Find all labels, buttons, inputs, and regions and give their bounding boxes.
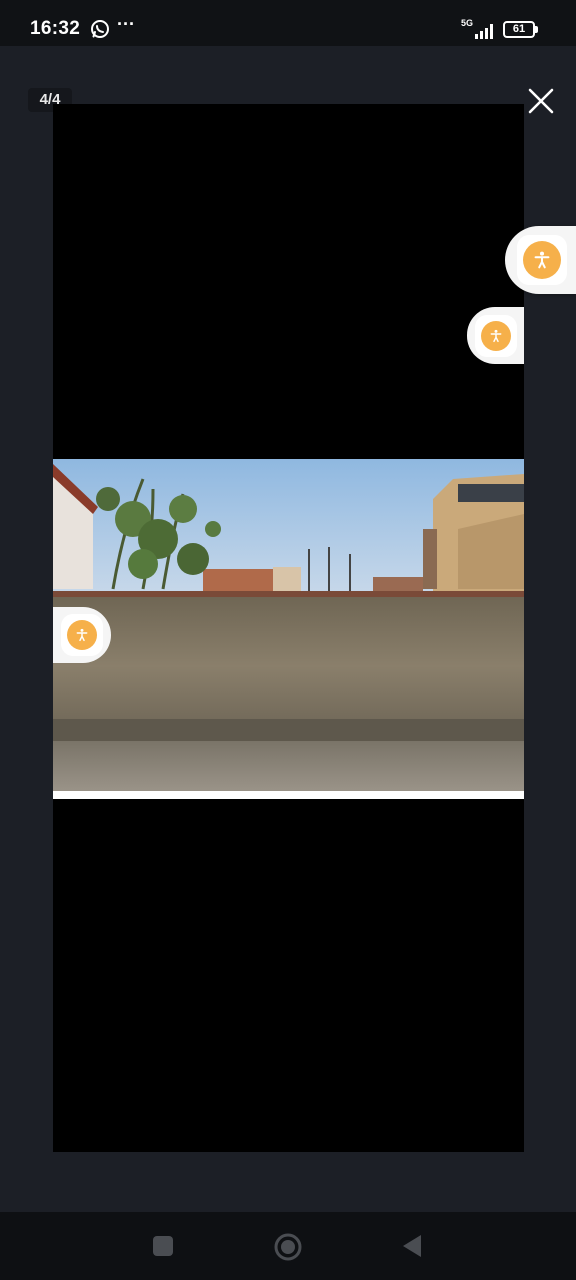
network-type: 5G (461, 18, 474, 28)
photo[interactable] (53, 459, 524, 799)
status-time: 16:32 (30, 18, 81, 39)
navigation-bar (0, 1212, 576, 1280)
accessibility-button[interactable] (467, 307, 524, 364)
accessibility-person-icon (534, 251, 549, 269)
signal-icon: 5G (461, 18, 497, 40)
status-bar: 16:32 ··· 5G 61 (0, 0, 576, 46)
more-dots-icon: ··· (117, 14, 135, 34)
back-button[interactable] (401, 1233, 423, 1259)
photo-wall-street-scene (53, 459, 524, 799)
accessibility-button[interactable] (53, 607, 111, 663)
whatsapp-icon (91, 20, 109, 38)
close-icon[interactable] (526, 86, 556, 116)
battery-icon: 61 (503, 21, 539, 38)
image-viewer[interactable] (53, 104, 524, 1152)
accessibility-person-icon (490, 329, 501, 342)
accessibility-button[interactable] (505, 226, 576, 294)
recents-button[interactable] (153, 1236, 173, 1256)
battery-level: 61 (503, 21, 535, 38)
accessibility-person-icon (76, 628, 88, 642)
home-button[interactable] (273, 1232, 303, 1262)
